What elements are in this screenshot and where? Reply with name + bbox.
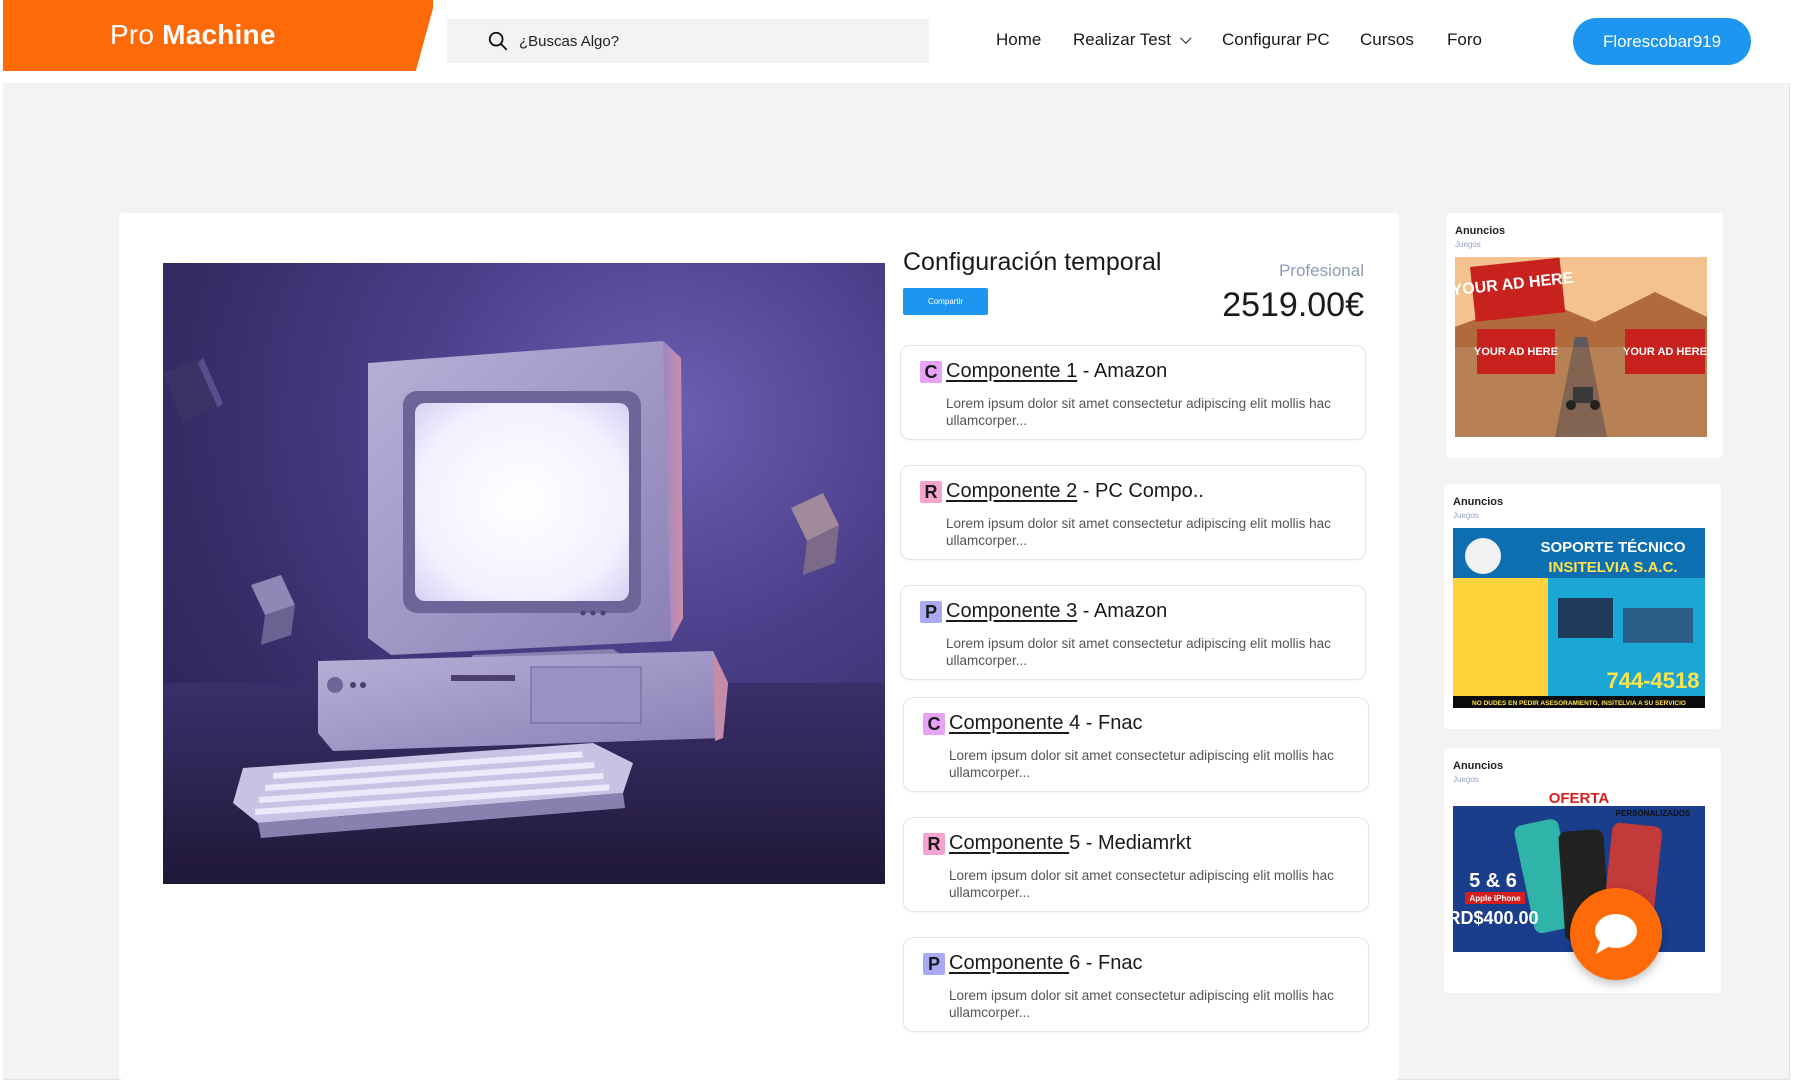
component-description: Lorem ipsum dolor sit amet consectetur a… — [946, 396, 1331, 428]
ad-text: PERSONALIZADOS — [1616, 809, 1691, 818]
component-name: Componente 3 - Amazon — [946, 600, 1167, 623]
component-link[interactable]: Componente 3 — [946, 600, 1077, 622]
component-type-badge: P — [923, 953, 945, 975]
ad-card[interactable]: Anuncios Juegos YOUR AD HERE YOUR AD HER… — [1446, 213, 1723, 458]
component-description: Lorem ipsum dolor sit amet consectetur a… — [949, 868, 1334, 900]
component-link[interactable]: Componente — [949, 952, 1069, 974]
component-name: Componente 5 - Mediamrkt — [949, 832, 1191, 855]
component-name: Componente 4 - Fnac — [949, 712, 1142, 735]
nav-cursos[interactable]: Cursos — [1360, 30, 1414, 50]
component-store: - PC Compo.. — [1077, 480, 1204, 502]
ad-category: Juegos — [1455, 240, 1481, 249]
component-card[interactable]: C Componente 1 - Amazon Lorem ipsum dolo… — [900, 345, 1366, 440]
config-tier: Profesional — [1278, 261, 1364, 280]
ad-tech-support-image: SOPORTE TÉCNICO INSITELVIA S.A.C. 744-45… — [1453, 528, 1705, 708]
component-card[interactable]: R Componente 5 - Mediamrkt Lorem ipsum d… — [903, 817, 1369, 912]
ad-text: YOUR AD HERE — [1623, 346, 1707, 358]
ad-text: Apple iPhone — [1469, 894, 1521, 903]
component-type-badge: C — [920, 361, 942, 383]
ad-text: RD$400.00 — [1453, 908, 1539, 928]
config-title: Configuración temporal — [903, 248, 1162, 276]
retro-computer-illustration — [163, 341, 885, 884]
component-card[interactable]: P Componente 6 - Fnac Lorem ipsum dolor … — [903, 937, 1369, 1032]
ad-category: Juegos — [1453, 775, 1479, 784]
component-card[interactable]: C Componente 4 - Fnac Lorem ipsum dolor … — [903, 697, 1369, 792]
component-description: Lorem ipsum dolor sit amet consectetur a… — [949, 988, 1334, 1020]
ad-image[interactable]: YOUR AD HERE YOUR AD HERE YOUR AD HERE — [1455, 257, 1707, 437]
component-description: Lorem ipsum dolor sit amet consectetur a… — [946, 516, 1331, 548]
ad-title: Anuncios — [1453, 496, 1504, 508]
component-card[interactable]: R Componente 2 - PC Compo.. Lorem ipsum … — [900, 465, 1366, 560]
nav-realizar-test-label: Realizar Test — [1073, 30, 1171, 49]
component-link[interactable]: Componente 1 — [946, 360, 1077, 382]
logo-text[interactable]: Pro Machine — [110, 19, 276, 51]
component-link[interactable]: Componente — [949, 712, 1069, 734]
component-name: Componente 1 - Amazon — [946, 360, 1167, 383]
nav-configurar-pc[interactable]: Configurar PC — [1222, 30, 1330, 50]
nav-foro[interactable]: Foro — [1447, 30, 1482, 50]
logo-light: Pro — [110, 19, 155, 50]
ad-category: Juegos — [1453, 511, 1479, 520]
ad-title: Anuncios — [1455, 225, 1506, 237]
component-store: 4 - Fnac — [1069, 712, 1143, 734]
component-name: Componente 6 - Fnac — [949, 952, 1142, 975]
user-account-button[interactable]: Florescobar919 — [1573, 18, 1751, 65]
chat-bubble-icon — [1595, 914, 1637, 954]
component-type-badge: C — [923, 713, 945, 735]
ad-text: 744-4518 — [1607, 668, 1700, 693]
component-store: 6 - Fnac — [1069, 952, 1143, 974]
config-price: 2519.00€ — [1222, 286, 1364, 324]
nav-home[interactable]: Home — [996, 30, 1041, 50]
component-name: Componente 2 - PC Compo.. — [946, 480, 1204, 503]
component-link[interactable]: Componente 2 — [946, 480, 1077, 502]
logo-bold: Machine — [162, 19, 276, 50]
ad-title: Anuncios — [1453, 760, 1504, 772]
component-description: Lorem ipsum dolor sit amet consectetur a… — [946, 636, 1331, 668]
component-store: - Amazon — [1077, 360, 1168, 382]
search-bar[interactable] — [447, 19, 929, 63]
ad-text: YOUR AD HERE — [1474, 346, 1558, 358]
component-type-badge: R — [923, 833, 945, 855]
ad-text: OFERTA — [1549, 792, 1610, 807]
ad-text: 5 & 6 — [1469, 870, 1517, 892]
component-link[interactable]: Componente — [949, 832, 1069, 854]
component-description: Lorem ipsum dolor sit amet consectetur a… — [949, 748, 1334, 780]
component-store: 5 - Mediamrkt — [1069, 832, 1192, 854]
nav-realizar-test[interactable]: Realizar Test — [1073, 30, 1192, 50]
component-type-badge: P — [920, 601, 942, 623]
retro-computer-image — [163, 263, 885, 884]
chat-button[interactable] — [1570, 888, 1662, 980]
ad-image[interactable]: SOPORTE TÉCNICO INSITELVIA S.A.C. 744-45… — [1453, 528, 1705, 708]
search-icon[interactable] — [487, 30, 509, 52]
ad-racing-image: YOUR AD HERE YOUR AD HERE YOUR AD HERE — [1455, 257, 1707, 437]
search-input[interactable] — [519, 32, 899, 50]
ad-text: NO DUDES EN PEDIR ASESORAMIENTO, INSITEL… — [1472, 700, 1686, 707]
ad-text: SOPORTE TÉCNICO — [1540, 539, 1685, 556]
ad-card[interactable]: Anuncios Juegos SOPORTE TÉCNICO INSITELV… — [1444, 484, 1721, 729]
component-card[interactable]: P Componente 3 - Amazon Lorem ipsum dolo… — [900, 585, 1366, 680]
ad-text: INSITELVIA S.A.C. — [1548, 559, 1677, 576]
component-store: - Amazon — [1077, 600, 1168, 622]
component-type-badge: R — [920, 481, 942, 503]
share-button[interactable]: Compartir — [903, 288, 988, 315]
